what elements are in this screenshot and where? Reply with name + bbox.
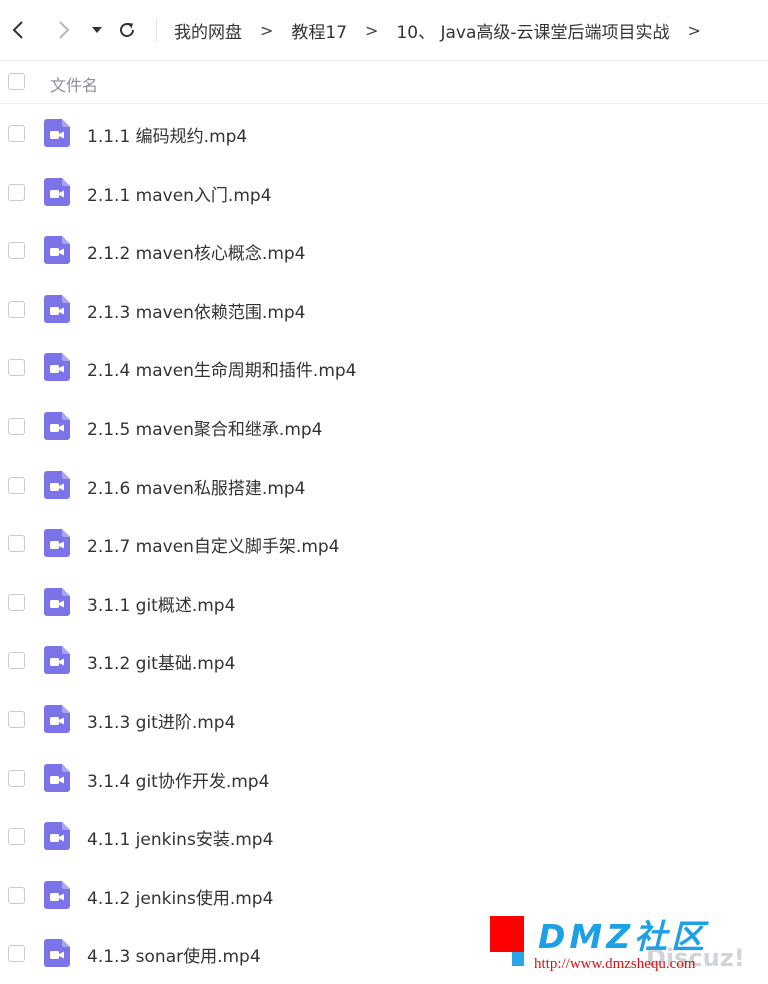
breadcrumb: 我的网盘 > 教程17 > 10、 Java高级-云课堂后端项目实战 > xyxy=(174,0,719,60)
file-row[interactable]: 3.1.3 git进阶.mp4 xyxy=(0,690,768,749)
video-file-icon xyxy=(44,939,70,968)
file-row[interactable]: 2.1.7 maven自定义脚手架.mp4 xyxy=(0,514,768,573)
watermark-logo-accent xyxy=(512,952,524,966)
file-row[interactable]: 3.1.2 git基础.mp4 xyxy=(0,631,768,690)
video-file-icon xyxy=(44,236,70,265)
file-name[interactable]: 2.1.2 maven核心概念.mp4 xyxy=(87,239,306,264)
file-row[interactable]: 2.1.1 maven入门.mp4 xyxy=(0,163,768,222)
video-file-icon xyxy=(44,763,70,792)
file-row[interactable]: 2.1.2 maven核心概念.mp4 xyxy=(0,221,768,280)
back-button[interactable] xyxy=(4,15,34,45)
file-list: 1.1.1 编码规约.mp4 2.1.1 maven入门.mp4 2.1.2 mav… xyxy=(0,104,768,983)
video-file-icon xyxy=(44,646,70,675)
file-checkbox[interactable] xyxy=(8,300,25,318)
file-name[interactable]: 2.1.3 maven依赖范围.mp4 xyxy=(87,298,306,323)
file-checkbox[interactable] xyxy=(8,886,25,904)
file-name[interactable]: 2.1.5 maven聚合和继承.mp4 xyxy=(87,415,323,440)
file-name[interactable]: 3.1.4 git协作开发.mp4 xyxy=(87,767,269,792)
breadcrumb-item[interactable]: 我的网盘 xyxy=(174,18,242,43)
file-checkbox[interactable] xyxy=(8,183,25,201)
file-name[interactable]: 2.1.7 maven自定义脚手架.mp4 xyxy=(87,532,340,557)
breadcrumb-separator: > xyxy=(365,20,379,40)
file-name[interactable]: 2.1.4 maven生命周期和插件.mp4 xyxy=(87,356,357,381)
caret-down-icon xyxy=(92,27,102,33)
file-checkbox[interactable] xyxy=(8,769,25,787)
toolbar-divider xyxy=(156,18,157,42)
video-file-icon xyxy=(44,880,70,909)
file-name[interactable]: 3.1.2 git基础.mp4 xyxy=(87,649,235,674)
file-name[interactable]: 1.1.1 编码规约.mp4 xyxy=(87,122,247,147)
file-name[interactable]: 4.1.3 sonar使用.mp4 xyxy=(87,942,261,967)
file-checkbox[interactable] xyxy=(8,242,25,260)
file-name[interactable]: 2.1.6 maven私服搭建.mp4 xyxy=(87,474,306,499)
column-header-filename[interactable]: 文件名 xyxy=(50,72,98,96)
toolbar: 我的网盘 > 教程17 > 10、 Java高级-云课堂后端项目实战 > xyxy=(0,0,768,61)
file-name[interactable]: 3.1.3 git进阶.mp4 xyxy=(87,708,235,733)
video-file-icon xyxy=(44,529,70,558)
file-row[interactable]: 3.1.4 git协作开发.mp4 xyxy=(0,749,768,808)
refresh-icon xyxy=(120,23,134,37)
file-checkbox[interactable] xyxy=(8,945,25,963)
file-checkbox[interactable] xyxy=(8,710,25,728)
watermark-url: http://www.dmzshequ.com xyxy=(534,956,696,972)
file-row[interactable]: 1.1.1 编码规约.mp4 xyxy=(0,104,768,163)
file-row[interactable]: 2.1.4 maven生命周期和插件.mp4 xyxy=(0,338,768,397)
file-name[interactable]: 3.1.1 git概述.mp4 xyxy=(87,591,235,616)
file-checkbox[interactable] xyxy=(8,359,25,377)
breadcrumb-separator: > xyxy=(260,20,274,40)
breadcrumb-separator: > xyxy=(687,20,701,40)
video-file-icon xyxy=(44,704,70,733)
video-file-icon xyxy=(44,411,70,440)
file-name[interactable]: 2.1.1 maven入门.mp4 xyxy=(87,181,272,206)
file-checkbox[interactable] xyxy=(8,828,25,846)
file-checkbox[interactable] xyxy=(8,417,25,435)
chevron-left-icon xyxy=(12,21,23,39)
file-name[interactable]: 4.1.1 jenkins安装.mp4 xyxy=(87,825,273,850)
video-file-icon xyxy=(44,587,70,616)
breadcrumb-item[interactable]: 教程17 xyxy=(291,18,347,43)
file-checkbox[interactable] xyxy=(8,476,25,494)
forward-button[interactable] xyxy=(48,15,78,45)
video-file-icon xyxy=(44,353,70,382)
chevron-right-icon xyxy=(59,21,70,39)
video-file-icon xyxy=(44,470,70,499)
select-all-checkbox[interactable] xyxy=(8,73,25,90)
video-file-icon xyxy=(44,822,70,851)
file-row[interactable]: 2.1.3 maven依赖范围.mp4 xyxy=(0,280,768,339)
video-file-icon xyxy=(44,119,70,147)
breadcrumb-item[interactable]: 10、 Java高级-云课堂后端项目实战 xyxy=(396,18,669,43)
list-header: 文件名 xyxy=(0,60,768,104)
file-row[interactable]: 4.1.1 jenkins安装.mp4 xyxy=(0,807,768,866)
video-file-icon xyxy=(44,177,70,206)
file-checkbox[interactable] xyxy=(8,652,25,670)
video-file-icon xyxy=(44,294,70,323)
file-checkbox[interactable] xyxy=(8,593,25,611)
refresh-button[interactable] xyxy=(112,15,142,45)
file-row[interactable]: 3.1.1 git概述.mp4 xyxy=(0,573,768,632)
history-dropdown[interactable] xyxy=(84,15,110,45)
file-checkbox[interactable] xyxy=(8,125,25,142)
file-checkbox[interactable] xyxy=(8,535,25,553)
file-row[interactable]: 2.1.6 maven私服搭建.mp4 xyxy=(0,456,768,515)
watermark: DMZ社区 Discuz! http://www.dmzshequ.com xyxy=(488,912,764,978)
watermark-logo-block xyxy=(490,916,524,952)
file-name[interactable]: 4.1.2 jenkins使用.mp4 xyxy=(87,884,273,909)
file-row[interactable]: 2.1.5 maven聚合和继承.mp4 xyxy=(0,397,768,456)
